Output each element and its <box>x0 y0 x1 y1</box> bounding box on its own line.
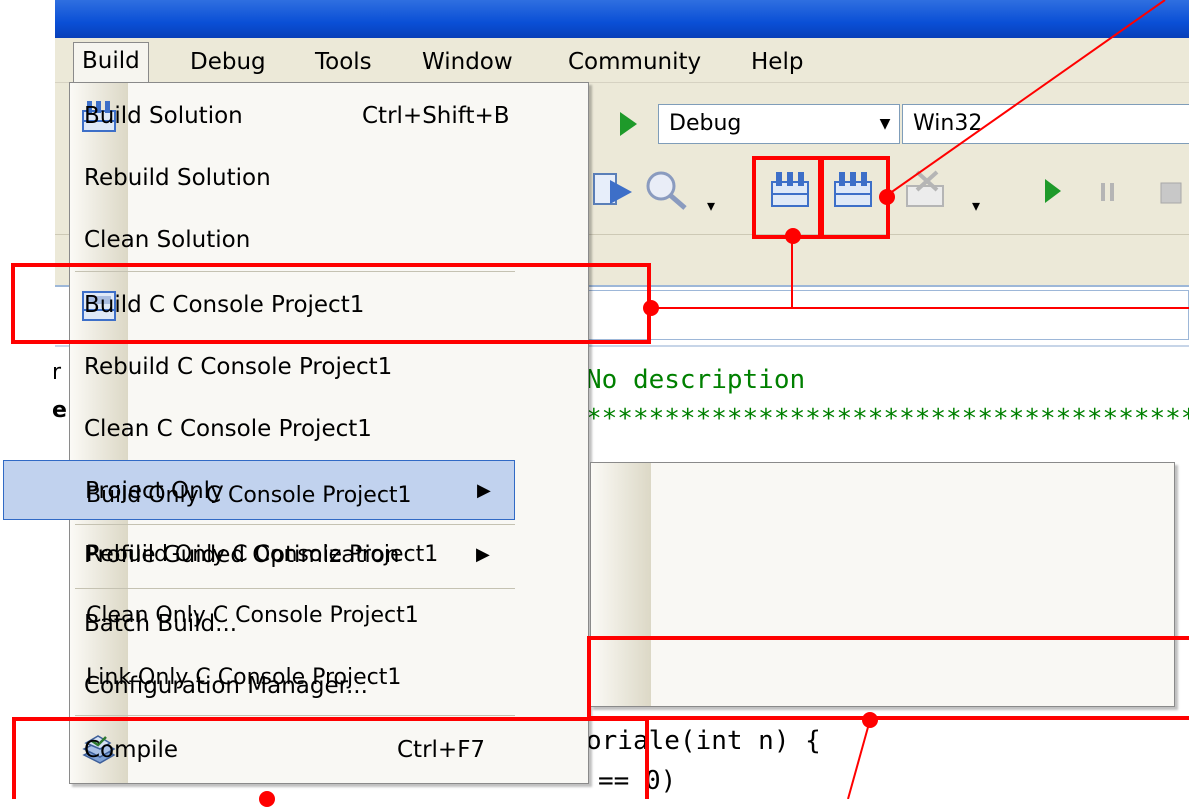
annotation-dot <box>259 791 275 807</box>
annotation-dot <box>643 300 659 316</box>
annotation-dot <box>862 712 878 728</box>
annotation-dot <box>785 228 801 244</box>
annotation-dot <box>879 189 895 205</box>
annotation-leader-lines <box>650 0 1189 799</box>
